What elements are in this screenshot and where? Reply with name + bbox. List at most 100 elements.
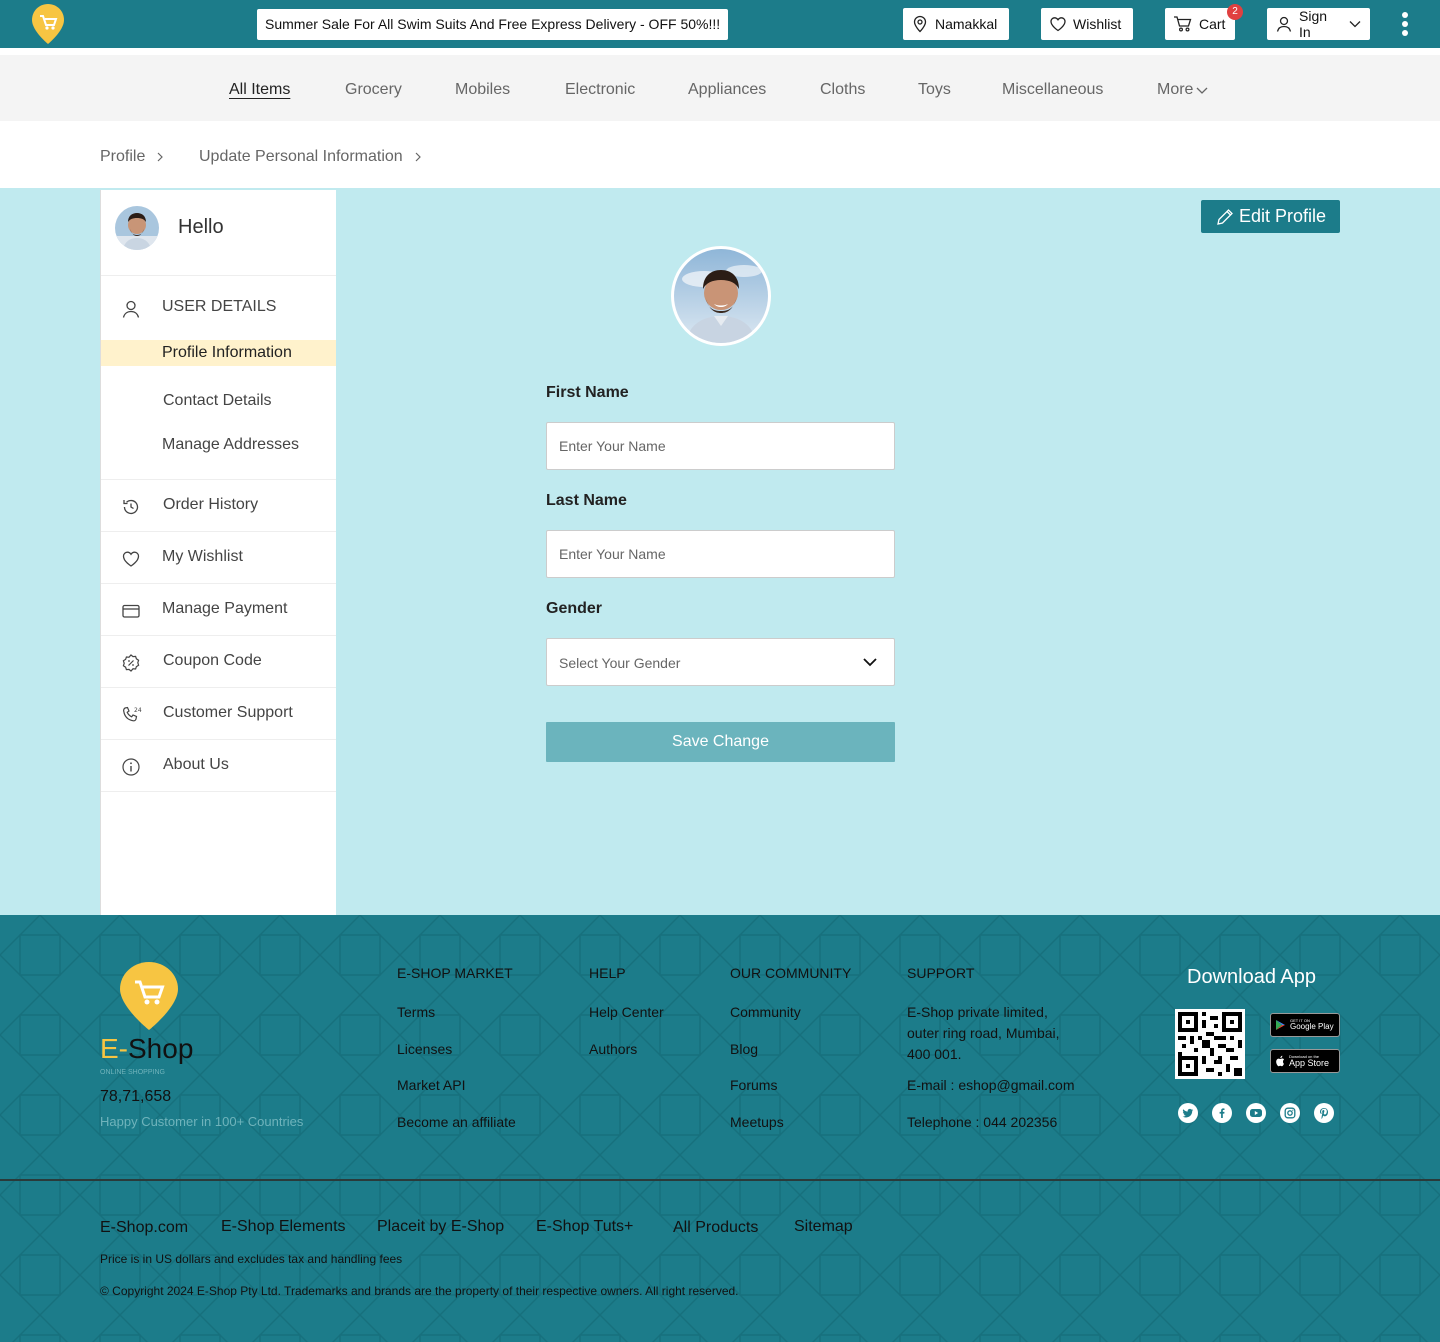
pinterest-icon[interactable] [1314, 1103, 1334, 1123]
nav-item-cloths[interactable]: Cloths [820, 81, 865, 99]
promo-banner[interactable]: Summer Sale For All Swim Suits And Free … [257, 9, 729, 40]
user-icon [1275, 15, 1293, 33]
bottom-link-sitemap[interactable]: Sitemap [794, 1218, 853, 1236]
nav-item-mobiles[interactable]: Mobiles [455, 81, 510, 99]
cart-button[interactable]: Cart 2 [1165, 4, 1243, 40]
nav-item-all-items[interactable]: All Items [229, 81, 290, 99]
gender-label: Gender [546, 600, 603, 617]
kebab-menu-icon[interactable] [1397, 10, 1413, 38]
nav-item-toys[interactable]: Toys [918, 81, 951, 99]
footer-link-help-center[interactable]: Help Center [589, 1004, 664, 1020]
first-name-label: First Name [546, 384, 629, 401]
avatar [115, 206, 159, 250]
footer-link-affiliate[interactable]: Become an affiliate [397, 1114, 516, 1130]
footer-link-authors[interactable]: Authors [589, 1041, 637, 1057]
breadcrumb: Profile [100, 148, 165, 166]
google-play-label: Google Play [1290, 1022, 1334, 1031]
sidebar-greeting: Hello [101, 190, 336, 276]
sign-in-button[interactable]: Sign In [1267, 8, 1370, 40]
bottom-link-tuts[interactable]: E-Shop Tuts+ [536, 1218, 633, 1236]
support-address-line: E-Shop private limited, [907, 1004, 1048, 1020]
sidebar-item-customer-support[interactable]: 24 Customer Support [101, 688, 336, 740]
youtube-icon[interactable] [1246, 1103, 1266, 1123]
footer-link-terms[interactable]: Terms [397, 1004, 435, 1020]
bottom-link-placeit[interactable]: Placeit by E-Shop [377, 1218, 504, 1236]
sidebar-section-user-details: USER DETAILS [101, 278, 336, 340]
save-change-button[interactable]: Save Change [546, 722, 895, 762]
sidebar-item-my-wishlist[interactable]: My Wishlist [101, 532, 336, 584]
edit-profile-button[interactable]: Edit Profile [1201, 200, 1340, 233]
app-store-badge[interactable]: Download on the App Store [1270, 1049, 1340, 1073]
chevron-right-icon [155, 151, 165, 163]
support-address-line: 400 001. [907, 1046, 962, 1062]
nav-item-appliances[interactable]: Appliances [688, 81, 766, 99]
breadcrumb-update-personal-information[interactable]: Update Personal Information [199, 148, 403, 166]
sidebar-item-manage-addresses[interactable]: Manage Addresses [162, 436, 299, 454]
footer: E-Shop ONLINE SHOPPING 78,71,658 Happy C… [0, 915, 1440, 1342]
profile-avatar[interactable] [671, 246, 771, 346]
sidebar-section-label: USER DETAILS [162, 298, 277, 315]
support-email[interactable]: E-mail : eshop@gmail.com [907, 1077, 1075, 1093]
copyright: © Copyright 2024 E-Shop Pty Ltd. Tradema… [100, 1284, 739, 1298]
footer-link-blog[interactable]: Blog [730, 1041, 758, 1057]
brand-shop: Shop [128, 1033, 194, 1064]
footer-link-meetups[interactable]: Meetups [730, 1114, 784, 1130]
footer-link-forums[interactable]: Forums [730, 1077, 777, 1093]
app-store-text: Download on the App Store [1289, 1054, 1329, 1068]
footer-divider [0, 1179, 1440, 1181]
chevron-down-icon [862, 656, 878, 668]
footer-heading-market: E-SHOP MARKET [397, 965, 513, 981]
user-icon [121, 299, 141, 319]
sidebar-item-about-us[interactable]: About Us [101, 740, 336, 792]
location-button[interactable]: Namakkal [903, 8, 1009, 40]
edit-profile-label: Edit Profile [1238, 206, 1327, 226]
svg-text:24: 24 [134, 707, 142, 714]
bottom-link-eshop-com[interactable]: E-Shop.com [100, 1219, 188, 1237]
footer-link-community[interactable]: Community [730, 1004, 801, 1020]
footer-link-licenses[interactable]: Licenses [397, 1041, 452, 1057]
cart-count-badge: 2 [1227, 4, 1243, 20]
eshop-logo-icon[interactable] [30, 2, 66, 46]
price-note: Price is in US dollars and excludes tax … [100, 1252, 403, 1266]
support-address-line: outer ring road, Mumbai, [907, 1025, 1060, 1041]
chevron-right-icon [413, 151, 423, 163]
profile-sidebar: Hello USER DETAILS Profile Information C… [100, 190, 336, 915]
bottom-link-elements[interactable]: E-Shop Elements [221, 1218, 346, 1236]
sidebar-item-profile-information[interactable]: Profile Information [162, 344, 292, 362]
sidebar-item-order-history[interactable]: Order History [101, 480, 336, 532]
nav-item-more[interactable]: More [1157, 81, 1209, 99]
support-phone[interactable]: Telephone : 044 202356 [907, 1114, 1057, 1130]
sidebar-item-manage-payment[interactable]: Manage Payment [101, 584, 336, 636]
google-play-badge[interactable]: GET IT ON Google Play [1270, 1013, 1340, 1037]
footer-heading-support: SUPPORT [907, 965, 975, 981]
facebook-icon[interactable] [1212, 1103, 1232, 1123]
qr-code-icon[interactable] [1175, 1009, 1245, 1079]
sidebar-item-contact-details[interactable]: Contact Details [163, 392, 272, 410]
chevron-down-icon [1195, 83, 1209, 97]
nav-item-grocery[interactable]: Grocery [345, 81, 402, 99]
footer-link-market-api[interactable]: Market API [397, 1077, 465, 1093]
last-name-label: Last Name [546, 492, 627, 509]
wallet-icon [121, 601, 141, 621]
download-app-heading: Download App [1187, 966, 1316, 988]
breadcrumb-profile[interactable]: Profile [100, 148, 145, 166]
instagram-icon[interactable] [1280, 1103, 1300, 1123]
sidebar-item-label: Customer Support [163, 704, 293, 721]
gender-select[interactable]: Select Your Gender [546, 638, 895, 686]
bottom-link-all-products[interactable]: All Products [673, 1219, 758, 1237]
sidebar-item-coupon-code[interactable]: Coupon Code [101, 636, 336, 688]
brand-tagline: ONLINE SHOPPING [100, 1069, 165, 1076]
first-name-input[interactable] [546, 422, 895, 470]
nav-item-electronic[interactable]: Electronic [565, 81, 635, 99]
sidebar-item-label: Manage Payment [162, 600, 288, 617]
customer-caption: Happy Customer in 100+ Countries [100, 1114, 304, 1129]
last-name-input[interactable] [546, 530, 895, 578]
footer-logo-icon [118, 960, 180, 1032]
wishlist-button[interactable]: Wishlist [1041, 8, 1133, 40]
location-pin-icon [911, 15, 929, 33]
google-play-text: GET IT ON Google Play [1290, 1019, 1334, 1031]
sidebar-item-label: Order History [163, 496, 259, 513]
twitter-icon[interactable] [1178, 1103, 1198, 1123]
nav-item-miscellaneous[interactable]: Miscellaneous [1002, 81, 1103, 99]
top-bar: Summer Sale For All Swim Suits And Free … [0, 0, 1440, 48]
